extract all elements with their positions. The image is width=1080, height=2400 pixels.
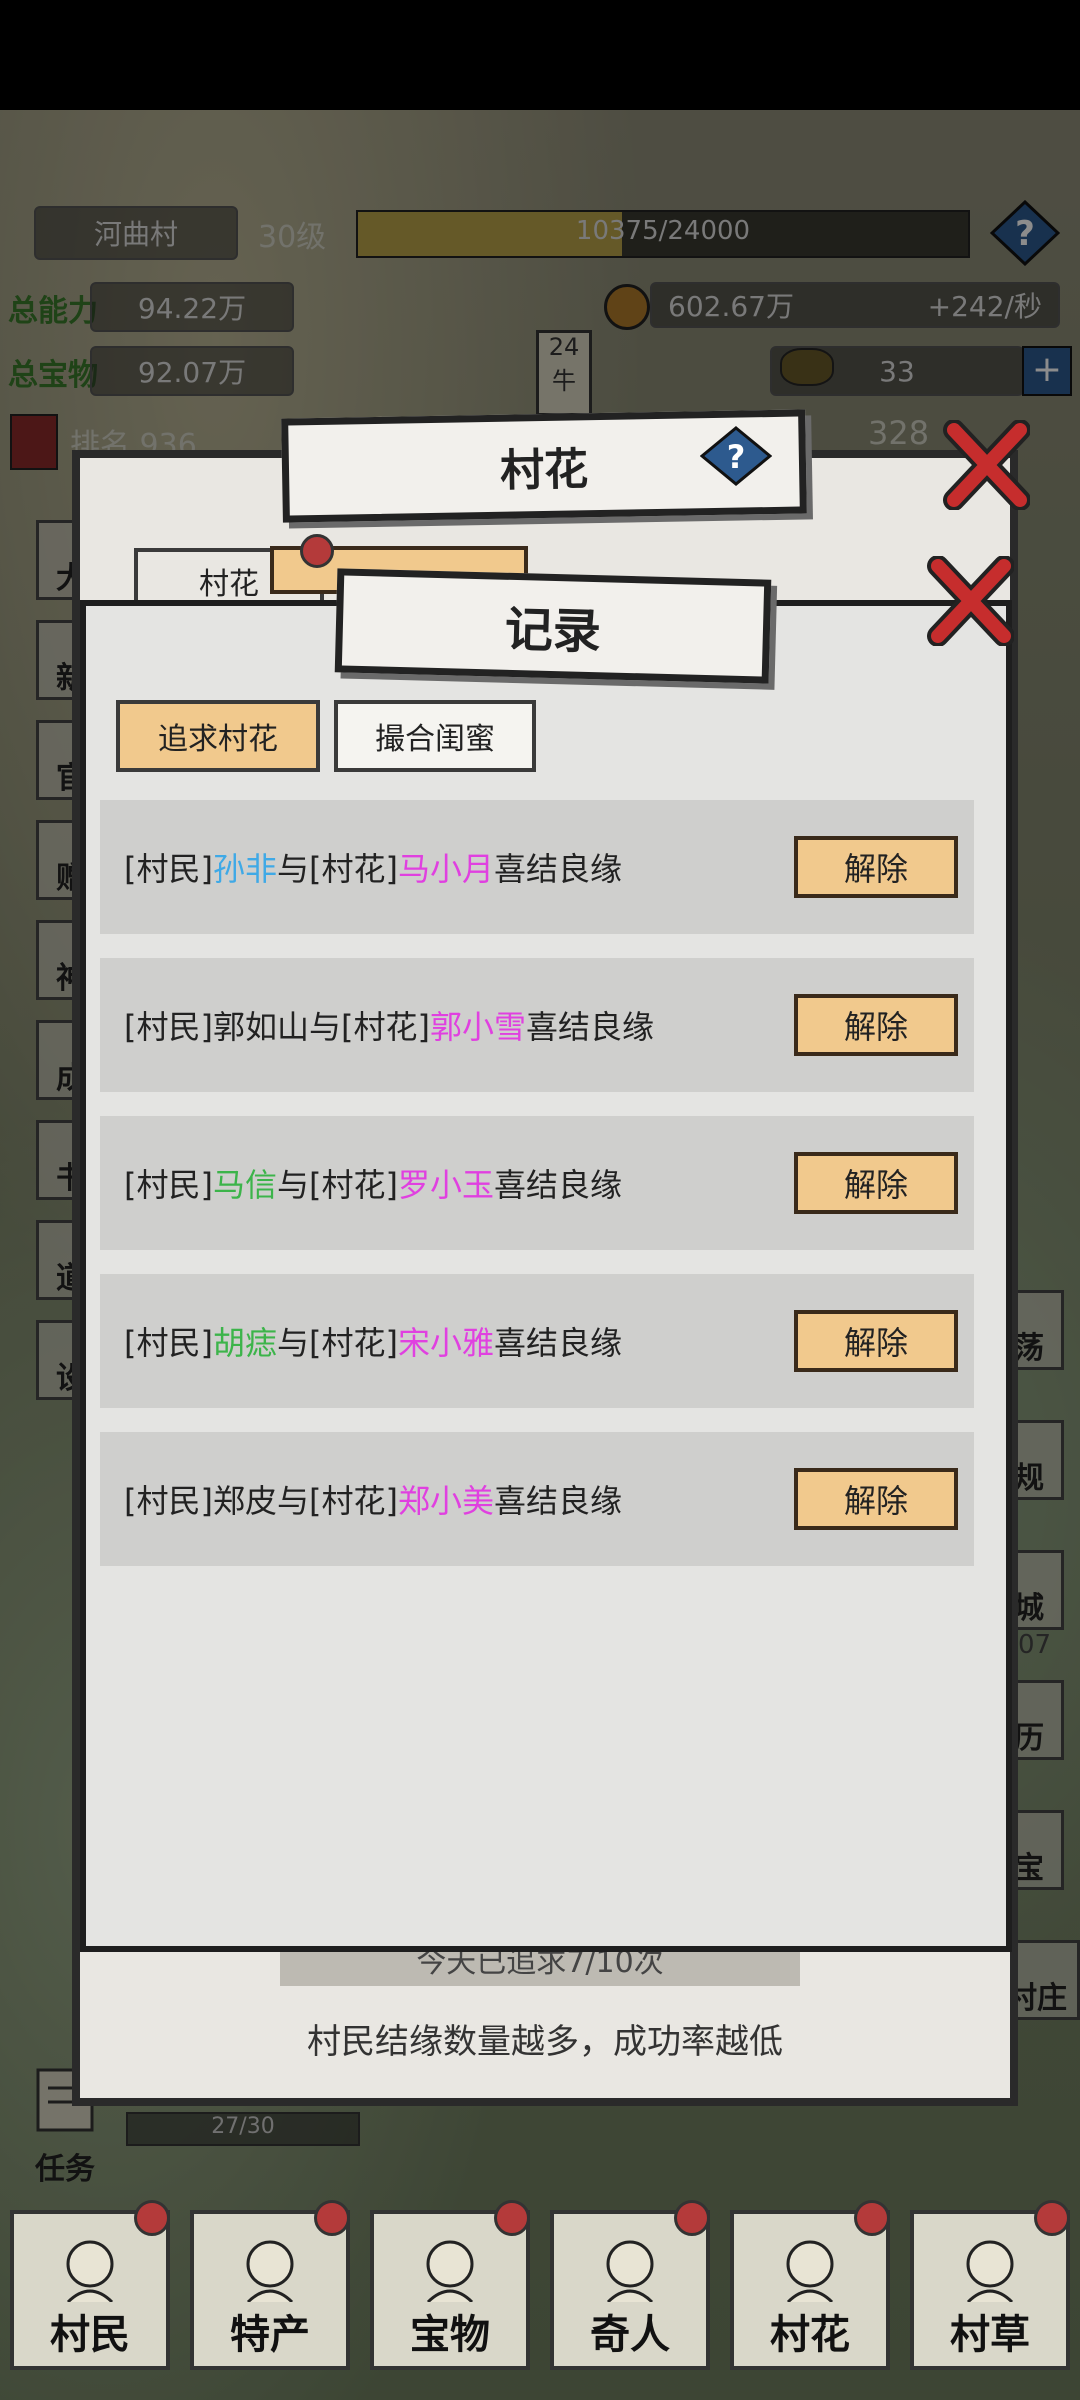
record-suffix: 喜结良缘 xyxy=(494,1482,623,1520)
record-prefix-villager: [村民] xyxy=(124,1324,213,1362)
tab-matchmake-friends[interactable]: 撮合闺蜜 xyxy=(334,700,536,772)
record-text: [村民]郑皮与[村花]郑小美喜结良缘 xyxy=(124,1476,622,1522)
record-text: [村民]马信与[村花]罗小玉喜结良缘 xyxy=(124,1160,622,1206)
dismiss-button[interactable]: 解除 xyxy=(794,836,958,898)
treasure-icon xyxy=(426,2240,474,2302)
villager-name: 马信 xyxy=(212,1166,277,1204)
record-row: [村民]郑皮与[村花]郑小美喜结良缘 解除 xyxy=(100,1432,974,1566)
flower-name: 马小月 xyxy=(397,850,494,888)
notification-dot xyxy=(314,2200,350,2236)
flower-name: 宋小雅 xyxy=(397,1324,494,1362)
record-connector: 与[村花] xyxy=(277,1166,398,1204)
record-suffix: 喜结良缘 xyxy=(494,1166,623,1204)
bottom-navigation: 村民 特产 宝物 奇人 村花 村草 xyxy=(0,2200,1080,2400)
record-suffix: 喜结良缘 xyxy=(494,1324,623,1362)
record-connector: 与[村花] xyxy=(277,850,398,888)
record-connector: 与[村花] xyxy=(277,1482,398,1520)
dismiss-button[interactable]: 解除 xyxy=(794,1468,958,1530)
notification-dot xyxy=(854,2200,890,2236)
record-row: [村民]孙非与[村花]马小月喜结良缘 解除 xyxy=(100,800,974,934)
flower-name: 罗小玉 xyxy=(397,1166,494,1204)
record-connector: 与[村花] xyxy=(277,1324,398,1362)
svg-text:?: ? xyxy=(727,438,746,476)
strange-person-icon xyxy=(606,2240,654,2302)
villager-name: 郭如山 xyxy=(212,1008,309,1046)
record-prefix-villager: [村民] xyxy=(124,1166,213,1204)
villager-name: 孙非 xyxy=(212,850,277,888)
nav-label: 奇人 xyxy=(590,2311,670,2358)
dismiss-button[interactable]: 解除 xyxy=(794,1152,958,1214)
nav-label: 特产 xyxy=(230,2311,310,2358)
record-suffix: 喜结良缘 xyxy=(494,850,623,888)
record-text: [村民]孙非与[村花]马小月喜结良缘 xyxy=(124,844,622,890)
nav-label: 村草 xyxy=(950,2311,1030,2358)
nav-label: 村花 xyxy=(770,2311,850,2358)
record-connector: 与[村花] xyxy=(309,1008,430,1046)
marriage-tip-text: 村民结缘数量越多，成功率越低 xyxy=(307,2022,783,2062)
nav-label: 村民 xyxy=(50,2311,130,2358)
record-prefix-villager: [村民] xyxy=(124,1482,213,1520)
village-grass-icon xyxy=(966,2240,1014,2302)
villager-name: 胡痣 xyxy=(212,1324,277,1362)
record-dialog-title: 记录 xyxy=(334,568,772,684)
flower-name: 郑小美 xyxy=(397,1482,494,1520)
notification-dot xyxy=(494,2200,530,2236)
dismiss-button[interactable]: 解除 xyxy=(794,1310,958,1372)
back-dialog-close-icon[interactable] xyxy=(940,419,1031,511)
record-suffix: 喜结良缘 xyxy=(526,1008,655,1046)
specialty-icon xyxy=(246,2240,294,2302)
tab-pursue-flower[interactable]: 追求村花 xyxy=(116,700,320,772)
record-row: [村民]郭如山与[村花]郭小雪喜结良缘 解除 xyxy=(100,958,974,1092)
dismiss-button[interactable]: 解除 xyxy=(794,994,958,1056)
help-icon[interactable]: ? xyxy=(699,426,773,486)
record-prefix-villager: [村民] xyxy=(124,1008,213,1046)
notification-dot xyxy=(134,2200,170,2236)
record-prefix-villager: [村民] xyxy=(124,850,213,888)
notification-dot xyxy=(1034,2200,1070,2236)
record-dialog-close-icon[interactable] xyxy=(924,555,1015,647)
record-row: [村民]马信与[村花]罗小玉喜结良缘 解除 xyxy=(100,1116,974,1250)
nav-label: 宝物 xyxy=(410,2311,490,2358)
villager-icon xyxy=(66,2240,114,2302)
back-tab-notification-dot xyxy=(300,534,334,568)
flower-name: 郭小雪 xyxy=(429,1008,526,1046)
record-text: [村民]郭如山与[村花]郭小雪喜结良缘 xyxy=(124,1002,654,1048)
notification-dot xyxy=(674,2200,710,2236)
village-flower-icon xyxy=(786,2240,834,2302)
villager-name: 郑皮 xyxy=(212,1482,277,1520)
record-row: [村民]胡痣与[村花]宋小雅喜结良缘 解除 xyxy=(100,1274,974,1408)
record-text: [村民]胡痣与[村花]宋小雅喜结良缘 xyxy=(124,1318,622,1364)
